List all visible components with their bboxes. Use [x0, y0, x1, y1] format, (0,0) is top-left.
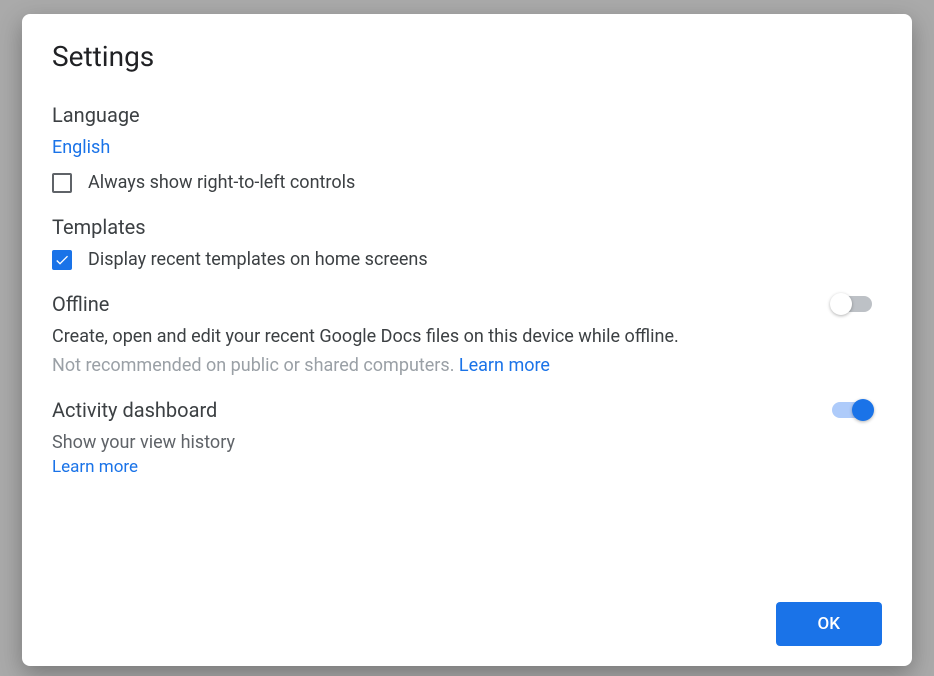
- offline-body: Offline Create, open and edit your recen…: [52, 292, 832, 376]
- templates-checkbox-label: Display recent templates on home screens: [88, 249, 428, 270]
- language-heading: Language: [52, 103, 882, 127]
- activity-heading: Activity dashboard: [52, 398, 832, 422]
- rtl-checkbox-label: Always show right-to-left controls: [88, 172, 355, 193]
- activity-body: Activity dashboard Show your view histor…: [52, 398, 832, 477]
- toggle-knob: [852, 399, 874, 421]
- offline-learn-more-link[interactable]: Learn more: [459, 355, 550, 376]
- settings-dialog: Settings Language English Always show ri…: [22, 14, 912, 666]
- offline-description: Create, open and edit your recent Google…: [52, 326, 832, 347]
- templates-checkbox-row: Display recent templates on home screens: [52, 249, 882, 270]
- activity-description: Show your view history: [52, 432, 832, 453]
- rtl-checkbox-row: Always show right-to-left controls: [52, 172, 882, 193]
- language-current-link[interactable]: English: [52, 137, 110, 158]
- templates-heading: Templates: [52, 215, 882, 239]
- toggle-knob: [830, 293, 852, 315]
- activity-section: Activity dashboard Show your view histor…: [52, 398, 882, 477]
- templates-checkbox[interactable]: [52, 250, 72, 270]
- templates-section: Templates Display recent templates on ho…: [52, 215, 882, 270]
- spacer: [52, 499, 882, 592]
- activity-toggle[interactable]: [832, 402, 872, 418]
- offline-warning-row: Not recommended on public or shared comp…: [52, 355, 832, 376]
- language-section: Language English Always show right-to-le…: [52, 103, 882, 193]
- activity-learn-more-link[interactable]: Learn more: [52, 457, 138, 477]
- offline-toggle[interactable]: [832, 296, 872, 312]
- rtl-checkbox[interactable]: [52, 173, 72, 193]
- check-icon: [54, 252, 70, 268]
- offline-section: Offline Create, open and edit your recen…: [52, 292, 882, 376]
- button-row: OK: [52, 602, 882, 646]
- dialog-title: Settings: [52, 40, 882, 73]
- ok-button[interactable]: OK: [776, 602, 882, 646]
- offline-warning: Not recommended on public or shared comp…: [52, 355, 454, 376]
- offline-heading: Offline: [52, 292, 832, 316]
